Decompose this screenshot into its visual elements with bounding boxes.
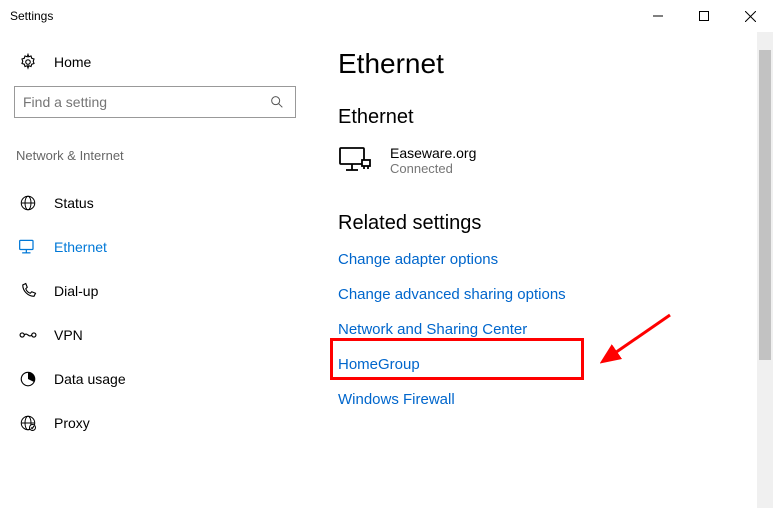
globe-icon: [18, 193, 38, 213]
window-controls: [635, 0, 773, 32]
close-button[interactable]: [727, 0, 773, 32]
connection-item[interactable]: Easeware.org Connected: [338, 145, 773, 176]
nav-label: Dial-up: [54, 283, 98, 299]
link-homegroup[interactable]: HomeGroup: [338, 356, 420, 373]
proxy-icon: [18, 413, 38, 433]
phone-icon: [18, 281, 38, 301]
window-titlebar: Settings: [0, 0, 773, 32]
link-adapter-options[interactable]: Change adapter options: [338, 251, 498, 268]
data-usage-icon: [18, 369, 38, 389]
window-title: Settings: [10, 9, 635, 23]
search-icon: [267, 92, 287, 112]
sidebar-item-ethernet[interactable]: Ethernet: [14, 225, 296, 269]
annotation-arrow: [600, 307, 680, 367]
nav-label: Proxy: [54, 415, 90, 431]
link-advanced-sharing[interactable]: Change advanced sharing options: [338, 286, 566, 303]
link-network-sharing-center[interactable]: Network and Sharing Center: [338, 321, 527, 338]
main-pane: Ethernet Ethernet Easeware.org Connected…: [310, 32, 773, 508]
vpn-icon: [18, 325, 38, 345]
sidebar-item-vpn[interactable]: VPN: [14, 313, 296, 357]
related-settings-title: Related settings: [338, 212, 773, 235]
category-header: Network & Internet: [14, 148, 296, 163]
sidebar-item-dialup[interactable]: Dial-up: [14, 269, 296, 313]
maximize-button[interactable]: [681, 0, 727, 32]
scrollbar-thumb[interactable]: [759, 50, 771, 360]
nav-label: Status: [54, 195, 94, 211]
page-title: Ethernet: [338, 48, 773, 80]
sidebar-item-proxy[interactable]: Proxy: [14, 401, 296, 445]
search-box[interactable]: [14, 86, 296, 118]
home-label: Home: [54, 54, 91, 70]
vertical-scrollbar[interactable]: [757, 32, 773, 508]
section-title: Ethernet: [338, 106, 773, 129]
link-windows-firewall[interactable]: Windows Firewall: [338, 391, 455, 408]
connection-name: Easeware.org: [390, 145, 476, 161]
sidebar-item-status[interactable]: Status: [14, 181, 296, 225]
nav-label: Data usage: [54, 371, 126, 387]
gear-icon: [18, 52, 38, 72]
sidebar-home[interactable]: Home: [14, 46, 296, 86]
ethernet-icon: [18, 237, 38, 257]
monitor-icon: [338, 146, 372, 176]
nav-label: VPN: [54, 327, 83, 343]
connection-status: Connected: [390, 161, 476, 176]
sidebar-item-datausage[interactable]: Data usage: [14, 357, 296, 401]
sidebar: Home Network & Internet Status: [0, 32, 310, 508]
nav-label: Ethernet: [54, 239, 107, 255]
search-input[interactable]: [23, 94, 267, 110]
minimize-button[interactable]: [635, 0, 681, 32]
